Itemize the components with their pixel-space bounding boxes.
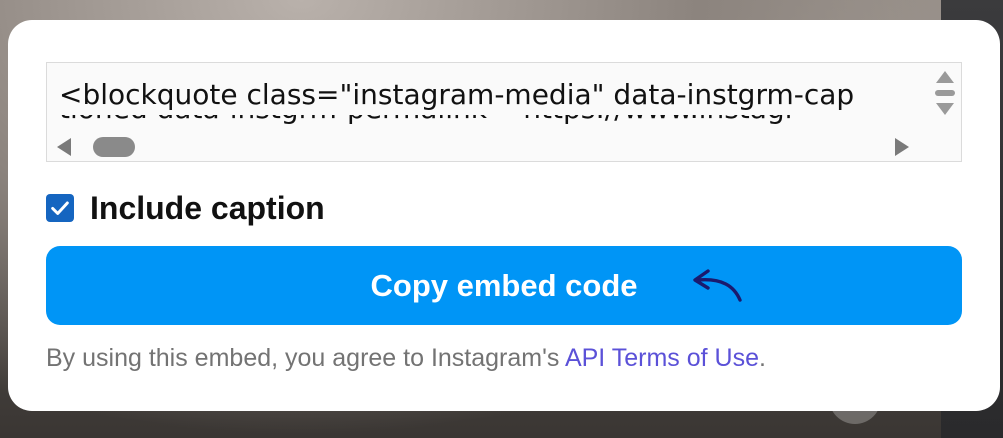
vertical-scroll-thumb[interactable] <box>935 90 955 96</box>
include-caption-label: Include caption <box>90 189 325 226</box>
scroll-right-icon[interactable] <box>895 138 909 156</box>
horizontal-scrollbar[interactable] <box>47 129 927 161</box>
copy-embed-code-button[interactable]: Copy embed code <box>46 246 962 325</box>
include-caption-checkbox[interactable] <box>46 194 74 222</box>
vertical-scrollbar[interactable] <box>927 63 961 129</box>
terms-prefix: By using this embed, you agree to Instag… <box>46 344 565 372</box>
embed-code-line-1: <blockquote class="instagram-media" data… <box>59 78 855 111</box>
scroll-left-icon[interactable] <box>57 138 71 156</box>
api-terms-link[interactable]: API Terms of Use <box>565 344 759 372</box>
scroll-down-icon[interactable] <box>936 103 954 115</box>
embed-code-line-2: tioned data-instgrm-permalink="https://w… <box>59 115 925 129</box>
embed-dialog: <blockquote class="instagram-media" data… <box>8 20 1000 411</box>
horizontal-scroll-thumb[interactable] <box>93 137 135 157</box>
checkmark-icon <box>51 201 69 215</box>
cursor-arrow-icon <box>693 269 742 302</box>
terms-notice: By using this embed, you agree to Instag… <box>46 344 766 373</box>
include-caption-row[interactable]: Include caption <box>46 190 325 226</box>
scroll-up-icon[interactable] <box>936 71 954 83</box>
embed-code-textarea[interactable]: <blockquote class="instagram-media" data… <box>46 62 962 162</box>
terms-suffix: . <box>759 344 766 372</box>
